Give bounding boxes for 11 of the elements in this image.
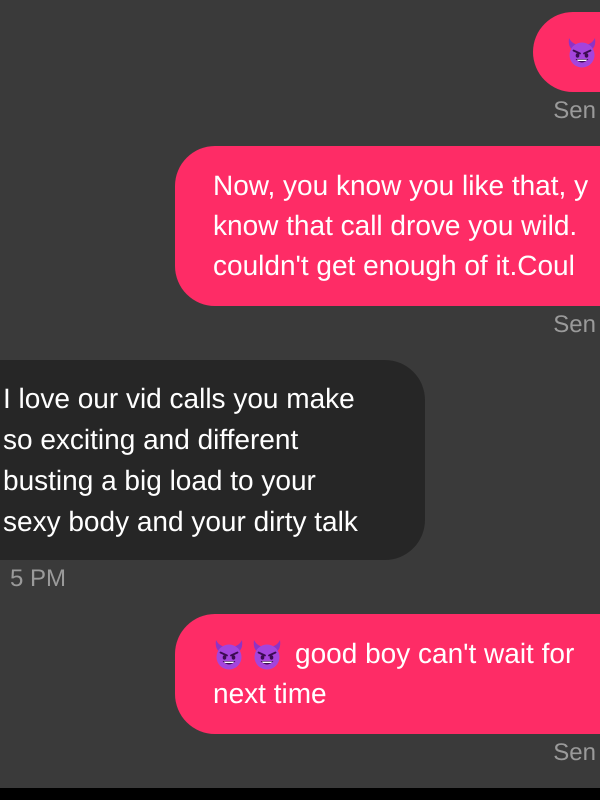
message-timestamp: Sen xyxy=(553,311,597,339)
message-text: I love our vid calls you make so exciting and different busting a big load to your sexy body and your dirty talk xyxy=(3,382,358,539)
message-text: good boy can't wait for xyxy=(295,637,574,671)
message-text: Now, you know you like that, y know that call drove you wild. couldn't get enough of it.Coul xyxy=(213,169,588,283)
message-timestamp: 5 PM xyxy=(9,565,66,593)
devil-emoji-icon xyxy=(213,638,245,670)
message-text: next time xyxy=(213,677,328,711)
message-timestamp: Sen xyxy=(553,97,597,125)
devil-emoji-icon xyxy=(566,36,598,68)
message-timestamp: Sen xyxy=(553,739,597,767)
devil-emoji-icon xyxy=(251,638,283,670)
